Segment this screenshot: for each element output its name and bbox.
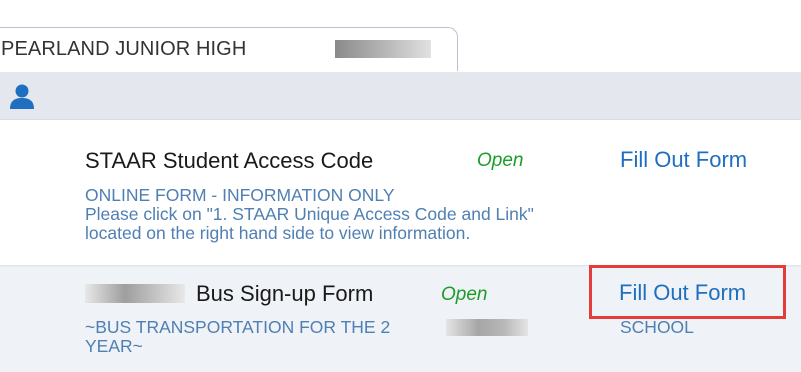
description-text: ~BUS TRANSPORTATION FOR THE 2	[85, 317, 391, 337]
description-line: ONLINE FORM - INFORMATION ONLY	[85, 185, 395, 205]
description-line: ~BUS TRANSPORTATION FOR THE 2 SCHOOL	[85, 317, 694, 337]
form-row-staar: STAAR Student Access Code Open Fill Out …	[0, 120, 801, 266]
redacted-region	[85, 284, 185, 303]
status-badge: Open	[441, 284, 488, 305]
redacted-region	[335, 40, 431, 58]
highlight-box	[589, 265, 786, 319]
forms-header-row	[0, 72, 801, 120]
description-line: Please click on "1. STAAR Unique Access …	[85, 204, 534, 224]
school-tab[interactable]: PEARLAND JUNIOR HIGH	[0, 27, 458, 71]
description-text: SCHOOL	[620, 317, 694, 337]
form-title: STAAR Student Access Code	[85, 148, 374, 173]
description-line: YEAR~	[85, 336, 143, 356]
status-badge: Open	[477, 150, 524, 171]
school-tab-label: PEARLAND JUNIOR HIGH	[1, 38, 247, 60]
description-line: located on the right hand side to view i…	[85, 223, 471, 243]
person-icon	[10, 84, 34, 109]
form-description: ~BUS TRANSPORTATION FOR THE 2 SCHOOL YEA…	[85, 317, 694, 356]
fill-out-form-link[interactable]: Fill Out Form	[620, 147, 747, 173]
redacted-region	[446, 319, 528, 336]
form-title: Bus Sign-up Form	[196, 281, 374, 306]
form-description: ONLINE FORM - INFORMATION ONLY Please cl…	[85, 186, 534, 243]
